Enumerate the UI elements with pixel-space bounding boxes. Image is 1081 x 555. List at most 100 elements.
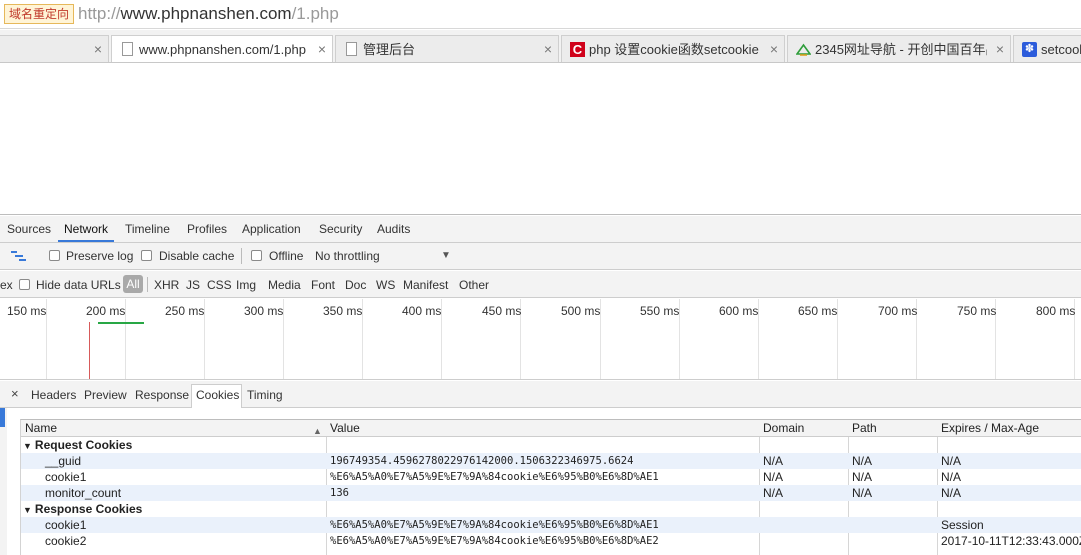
network-timeline-overview[interactable]: 150 ms 200 ms 250 ms 300 ms 350 ms 400 m… [0, 299, 1081, 380]
filter-css[interactable]: CSS [207, 278, 232, 292]
timeline-tick: 450 ms [482, 304, 522, 318]
tab-sources[interactable]: Sources [7, 222, 51, 236]
tab-headers[interactable]: Headers [31, 388, 76, 402]
browser-tab-strip: × www.phpnanshen.com/1.php × 管理后台 × C ph… [0, 30, 1081, 63]
filter-img[interactable]: Img [236, 278, 256, 292]
table-row[interactable]: cookie1 %E6%A5%A0%E7%A5%9E%E7%9A%84cooki… [21, 517, 1081, 533]
tab-application[interactable]: Application [242, 222, 301, 236]
browser-tab[interactable]: 2345网址导航 - 开创中国百年品 × [787, 35, 1011, 62]
filter-xhr[interactable]: XHR [154, 278, 179, 292]
timeline-tick: 550 ms [640, 304, 680, 318]
table-row[interactable]: __guid 196749354.4596278022976142000.150… [21, 453, 1081, 469]
filter-font[interactable]: Font [311, 278, 335, 292]
timeline-tick: 750 ms [957, 304, 997, 318]
timeline-tick: 350 ms [323, 304, 363, 318]
column-header-path[interactable]: Path [848, 420, 937, 436]
cookie-expires: N/A [941, 454, 962, 468]
cookie-domain [759, 517, 848, 533]
tab-cookies[interactable]: Cookies [196, 388, 239, 402]
tab-profiles[interactable]: Profiles [187, 222, 227, 236]
column-header-domain[interactable]: Domain [759, 420, 848, 436]
tab-title: setcook [1041, 42, 1081, 57]
cookie-name: __guid [45, 454, 82, 468]
cookie-name: cookie1 [45, 470, 87, 484]
cookie-domain: N/A [763, 486, 784, 500]
column-header-expires[interactable]: Expires / Max-Age [937, 420, 1081, 436]
table-row[interactable]: cookie1 %E6%A5%A0%E7%A5%9E%E7%9A%84cooki… [21, 469, 1081, 485]
close-icon[interactable]: × [94, 41, 102, 57]
url-scheme: http:// [78, 4, 121, 23]
url-host: www.phpnanshen.com [120, 4, 292, 23]
disable-cache-label: Disable cache [159, 249, 235, 263]
cookie-path: N/A [852, 486, 873, 500]
response-cookies-label: Response Cookies [34, 502, 143, 516]
tab-title: www.phpnanshen.com/1.php [139, 42, 306, 57]
filter-divider [147, 277, 148, 292]
url-path: /1.php [291, 4, 339, 23]
close-icon[interactable]: × [544, 41, 552, 57]
tab-preview[interactable]: Preview [84, 388, 127, 402]
browser-tab-active[interactable]: www.phpnanshen.com/1.php × [111, 35, 333, 62]
cookie-name: monitor_count [45, 486, 122, 500]
browser-tab[interactable]: × [0, 35, 109, 62]
tab-security[interactable]: Security [319, 222, 362, 236]
cookie-path: N/A [852, 454, 873, 468]
cookie-path: N/A [852, 470, 873, 484]
close-icon[interactable]: × [318, 41, 326, 57]
filter-manifest[interactable]: Manifest [403, 278, 448, 292]
tab-title: 管理后台 [363, 42, 416, 57]
load-event-marker [89, 322, 90, 379]
tab-timing[interactable]: Timing [247, 388, 283, 402]
page-icon [346, 42, 357, 56]
filter-js[interactable]: JS [186, 278, 200, 292]
browser-tab[interactable]: 管理后台 × [335, 35, 559, 62]
preserve-log-label: Preserve log [66, 249, 134, 263]
column-header-name[interactable]: Name [21, 420, 311, 436]
filter-ws[interactable]: WS [376, 278, 395, 292]
request-cookies-group[interactable]: ▼ Request Cookies [21, 437, 1081, 453]
browser-tab[interactable]: ✽ setcook [1013, 35, 1081, 62]
tab-audits[interactable]: Audits [377, 222, 410, 236]
column-header-value[interactable]: Value [326, 420, 759, 436]
cookie-value: 196749354.4596278022976142000.1506322346… [330, 455, 634, 467]
group-label: ▼ Response Cookies [21, 501, 321, 517]
cookie-expires: N/A [941, 486, 962, 500]
request-waterfall-bar [98, 322, 144, 324]
cookie-value: %E6%A5%A0%E7%A5%9E%E7%9A%84cookie%E6%95%… [330, 535, 659, 547]
close-icon[interactable]: × [11, 386, 19, 401]
tab-response[interactable]: Response [135, 388, 189, 402]
tab-network[interactable]: Network [64, 222, 108, 236]
tab-timeline[interactable]: Timeline [125, 222, 170, 236]
offline-checkbox[interactable] [251, 250, 262, 261]
filter-media[interactable]: Media [268, 278, 301, 292]
close-icon[interactable]: × [996, 41, 1004, 57]
paw-icon: ✽ [1022, 42, 1037, 57]
active-tab-indicator [58, 240, 114, 242]
cookie-name: cookie1 [45, 518, 87, 532]
timeline-tick: 400 ms [402, 304, 442, 318]
disable-cache-checkbox[interactable] [141, 250, 152, 261]
expand-triangle-icon: ▼ [23, 441, 32, 451]
redirect-badge[interactable]: 域名重定向 [4, 4, 75, 24]
table-header: Name ▲ Value Domain Path Expires / Max-A… [21, 420, 1081, 437]
preserve-log-checkbox[interactable] [49, 250, 60, 261]
cookie-value: 136 [330, 487, 349, 499]
response-cookies-group[interactable]: ▼ Response Cookies [21, 501, 1081, 517]
cookies-table: Name ▲ Value Domain Path Expires / Max-A… [20, 419, 1081, 555]
table-row[interactable]: monitor_count 136 N/A N/A N/A [21, 485, 1081, 501]
waterfall-icon[interactable] [11, 249, 27, 266]
filter-other[interactable]: Other [459, 278, 489, 292]
throttling-select[interactable]: No throttling [315, 249, 380, 263]
timeline-tick: 150 ms [7, 304, 47, 318]
browser-tab[interactable]: C php 设置cookie函数setcookie × [561, 35, 785, 62]
filter-all-button[interactable]: All [123, 275, 143, 293]
regex-label-fragment: ex [0, 278, 13, 292]
url-text[interactable]: http://www.phpnanshen.com/1.php [78, 4, 339, 24]
table-row[interactable]: cookie2 %E6%A5%A0%E7%A5%9E%E7%9A%84cooki… [21, 533, 1081, 549]
chevron-down-icon[interactable]: ▼ [441, 250, 451, 261]
address-bar[interactable]: 域名重定向 http://www.phpnanshen.com/1.php [0, 0, 1081, 29]
hide-data-urls-checkbox[interactable] [19, 279, 30, 290]
filter-doc[interactable]: Doc [345, 278, 366, 292]
close-icon[interactable]: × [770, 41, 778, 57]
timeline-tick: 250 ms [165, 304, 205, 318]
